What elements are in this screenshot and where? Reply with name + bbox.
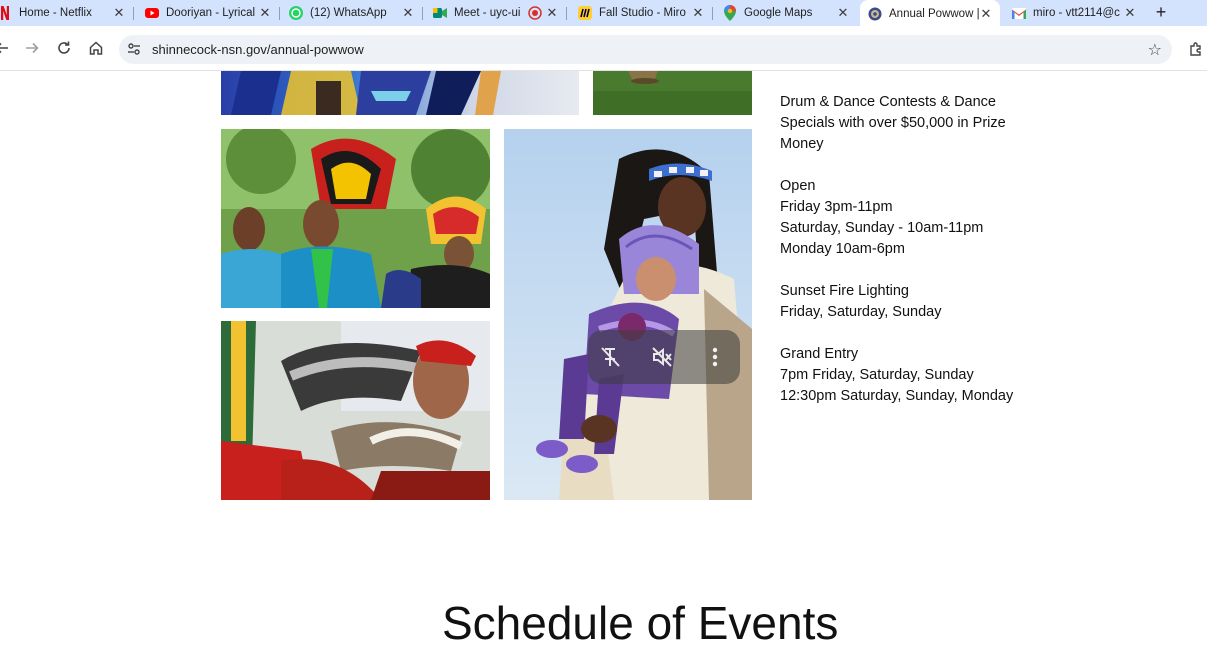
- tab-youtube[interactable]: Dooriyan - Lyrical ✕: [138, 0, 280, 26]
- browser-toolbar: shinnecock-nsn.gov/annual-powwow ☆: [0, 26, 1207, 71]
- grand-entry-heading: Grand Entry: [780, 346, 859, 362]
- tab-strip: Home - Netflix ✕ Dooriyan - Lyrical ✕ (1…: [0, 0, 1207, 28]
- whatsapp-icon: [289, 6, 303, 20]
- event-info: Drum & Dance Contests & Dance Specials w…: [780, 92, 1040, 428]
- extensions-icon[interactable]: [1188, 42, 1204, 58]
- sunset-fire-lighting: Sunset Fire Lighting Friday, Saturday, S…: [780, 281, 1040, 323]
- gmail-icon: [1012, 6, 1026, 20]
- tab-annual-powwow[interactable]: Annual Powwow | ✕: [860, 0, 1000, 28]
- youtube-icon: [145, 6, 159, 20]
- new-tab-button[interactable]: +: [1151, 3, 1171, 23]
- close-tab-icon[interactable]: ✕: [978, 6, 994, 22]
- close-tab-icon[interactable]: ✕: [257, 5, 273, 21]
- close-tab-icon[interactable]: ✕: [544, 5, 560, 21]
- close-tab-icon[interactable]: ✕: [690, 5, 706, 21]
- photo-dancer-regalia-top: [221, 71, 579, 115]
- back-button[interactable]: [0, 38, 12, 58]
- close-tab-icon[interactable]: ✕: [400, 5, 416, 21]
- bookmark-star-icon[interactable]: ☆: [1148, 40, 1162, 60]
- schedule-of-events-heading: Schedule of Events: [442, 597, 839, 649]
- home-button[interactable]: [86, 38, 106, 58]
- url-text[interactable]: shinnecock-nsn.gov/annual-powwow: [152, 42, 364, 57]
- tab-meet[interactable]: Meet - uyc-ui ✕: [426, 0, 567, 26]
- address-bar[interactable]: shinnecock-nsn.gov/annual-powwow ☆: [119, 35, 1172, 64]
- photo-dancers-headdresses: [221, 129, 490, 308]
- grand-entry: Grand Entry 7pm Friday, Saturday, Sunday…: [780, 344, 1040, 407]
- miro-icon: [578, 6, 592, 20]
- shinnecock-seal-icon: [868, 7, 882, 21]
- tab-gmail[interactable]: miro - vtt2114@c ✕: [1004, 0, 1144, 26]
- contests-info: Drum & Dance Contests & Dance Specials w…: [780, 94, 1006, 152]
- close-tab-icon[interactable]: ✕: [111, 5, 127, 21]
- sunset-heading: Sunset Fire Lighting: [780, 283, 909, 299]
- open-hours-heading: Open: [780, 178, 816, 194]
- more-options-icon[interactable]: [703, 345, 727, 369]
- reload-button[interactable]: [54, 38, 74, 58]
- photo-dancer-face-paint: [221, 321, 490, 500]
- photo-woman-carrying-baby: [504, 129, 752, 500]
- tab-miro[interactable]: Fall Studio - Miro ✕: [571, 0, 713, 26]
- forward-button[interactable]: [22, 38, 42, 58]
- unpin-icon[interactable]: [598, 345, 622, 369]
- recording-icon: [528, 6, 542, 20]
- google-maps-icon: [723, 5, 737, 21]
- tab-netflix[interactable]: Home - Netflix ✕: [0, 0, 134, 26]
- mute-icon[interactable]: [650, 345, 674, 369]
- open-hours: Open Friday 3pm-11pm Saturday, Sunday - …: [780, 176, 1040, 260]
- netflix-icon: [0, 6, 12, 20]
- tab-google-maps[interactable]: Google Maps ✕: [716, 0, 857, 26]
- photo-grass-top: [593, 71, 752, 115]
- site-settings-icon[interactable]: [126, 41, 142, 57]
- close-tab-icon[interactable]: ✕: [835, 5, 851, 21]
- video-overlay-controls: [588, 330, 740, 384]
- close-tab-icon[interactable]: ✕: [1122, 5, 1138, 21]
- google-meet-icon: [433, 6, 447, 20]
- tab-whatsapp[interactable]: (12) WhatsApp ✕: [282, 0, 423, 26]
